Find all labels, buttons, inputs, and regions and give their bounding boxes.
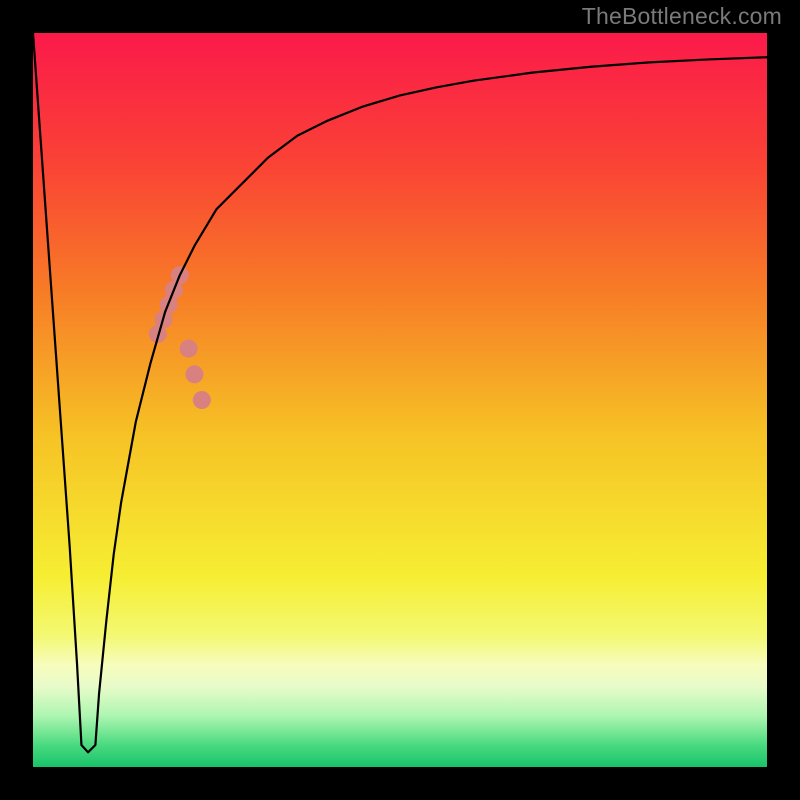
highlight-dot <box>193 391 211 409</box>
bottleneck-chart <box>0 0 800 800</box>
highlight-dot <box>180 340 198 358</box>
plot-background <box>33 33 767 767</box>
watermark-text: TheBottleneck.com <box>582 3 782 30</box>
chart-container: TheBottleneck.com <box>0 0 800 800</box>
highlight-dot <box>185 365 203 383</box>
